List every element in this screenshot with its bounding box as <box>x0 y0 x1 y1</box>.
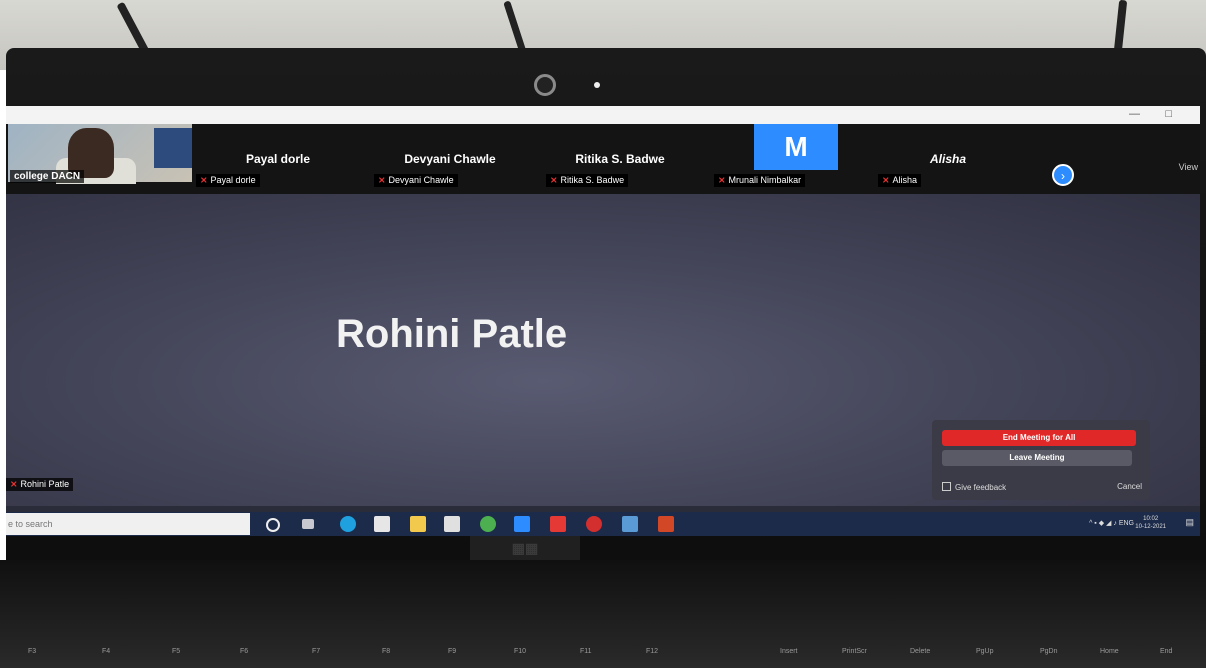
participant-tile-alisha[interactable]: Alisha ⨯ Alisha <box>874 124 1044 194</box>
mic-muted-icon: ⨯ <box>200 175 208 185</box>
keyboard-key: Insert <box>780 648 798 655</box>
participant-tile-payal[interactable]: Payal dorle ⨯ Payal dorle <box>196 124 366 194</box>
cortana-icon[interactable] <box>266 518 280 532</box>
minimize-icon[interactable]: — <box>1129 108 1140 120</box>
participant-label: ⨯ Alisha <box>878 174 922 187</box>
keyboard-key: F7 <box>312 648 321 655</box>
keyboard-key: F5 <box>172 648 181 655</box>
mic-muted-icon: ⨯ <box>882 175 890 185</box>
clock[interactable]: 10:02 10-12-2021 <box>1135 515 1166 531</box>
keyboard-key: F4 <box>102 648 111 655</box>
browser-icon[interactable] <box>586 516 602 532</box>
keyboard-key: F6 <box>240 648 249 655</box>
keyboard-key: F10 <box>514 648 527 655</box>
webcam-icon <box>534 74 556 96</box>
keyboard-key: Delete <box>910 648 931 655</box>
end-meeting-for-all-button[interactable]: End Meeting for All <box>942 430 1136 446</box>
participant-label: ⨯ Ritika S. Badwe <box>546 174 629 187</box>
acrobat-icon[interactable] <box>550 516 566 532</box>
participant-label: ⨯ Mrunali Nimbalkar <box>714 174 806 187</box>
participant-tile-ritika[interactable]: Ritika S. Badwe ⨯ Ritika S. Badwe <box>542 124 712 194</box>
participant-label: ⨯ Devyani Chawle <box>374 174 458 187</box>
self-video-tile[interactable]: college DACN <box>6 124 196 194</box>
keyboard-key: F3 <box>28 648 37 655</box>
leave-meeting-button[interactable]: Leave Meeting <box>942 450 1132 466</box>
active-speaker-area: Rohini Patle ⨯ Rohini Patle End Meeting f… <box>6 194 1200 506</box>
keyboard-key: PrintScr <box>842 648 867 655</box>
self-video-label: college DACN <box>10 170 85 183</box>
zoom-icon[interactable] <box>514 516 530 532</box>
wall-poster <box>154 128 192 168</box>
search-input[interactable]: e to search <box>6 513 250 535</box>
webcam-light-icon <box>594 82 600 88</box>
next-page-icon[interactable]: › <box>1052 164 1074 186</box>
keyboard-key: End <box>1160 648 1173 655</box>
keyboard-key: F12 <box>646 648 659 655</box>
edge-icon[interactable] <box>340 516 356 532</box>
laptop-keyboard: F3 F4 F5 F6 F7 F8 F9 F10 F11 F12 Insert … <box>0 560 1206 668</box>
participant-strip: college DACN Payal dorle ⨯ Payal dorle De… <box>6 124 1200 194</box>
mic-muted-icon: ⨯ <box>718 175 726 185</box>
keyboard-key: F11 <box>580 648 592 655</box>
file-explorer-icon[interactable] <box>410 516 426 532</box>
participant-tile-devyani[interactable]: Devyani Chawle ⨯ Devyani Chawle <box>370 124 540 194</box>
photo: — □ college DACN Payal dorle ⨯ Payal dorl… <box>0 0 1206 668</box>
laptop-screen: — □ college DACN Payal dorle ⨯ Payal dorl… <box>6 106 1200 536</box>
mail-icon[interactable] <box>444 516 460 532</box>
keyboard-key: F8 <box>382 648 391 655</box>
active-speaker-name: Rohini Patle <box>336 312 568 356</box>
end-meeting-popup: End Meeting for All Leave Meeting Give f… <box>932 420 1150 500</box>
avatar: M <box>754 124 838 170</box>
active-speaker-label: ⨯ Rohini Patle <box>6 478 74 491</box>
window-titlebar: — □ <box>6 106 1200 124</box>
zoom-meeting-icon[interactable] <box>622 516 638 532</box>
mic-muted-icon: ⨯ <box>10 479 18 489</box>
store-icon[interactable] <box>374 516 390 532</box>
participant-label: ⨯ Payal dorle <box>196 174 260 187</box>
give-feedback-checkbox[interactable]: Give feedback <box>942 482 1006 492</box>
task-view-icon[interactable] <box>302 519 314 529</box>
mic-muted-icon: ⨯ <box>378 175 386 185</box>
windows-taskbar: e to search ^ ▪ ◆ ◢ ♪ ENG 10:02 10-12-202… <box>6 512 1200 536</box>
participant-name: Alisha <box>929 152 966 166</box>
checkbox-icon <box>942 482 951 491</box>
cancel-button[interactable]: Cancel <box>1117 482 1142 491</box>
participant-name: Devyani Chawle <box>404 152 496 166</box>
keyboard-key: PgDn <box>1040 648 1058 655</box>
system-tray[interactable]: ^ ▪ ◆ ◢ ♪ ENG <box>1089 519 1134 527</box>
maximize-icon[interactable]: □ <box>1165 108 1172 120</box>
powerpoint-icon[interactable] <box>658 516 674 532</box>
laptop-logo: ▦▦ <box>470 536 580 560</box>
participant-name: Payal dorle <box>245 152 311 166</box>
chrome-icon[interactable] <box>480 516 496 532</box>
keyboard-key: Home <box>1100 648 1119 655</box>
keyboard-key: PgUp <box>976 648 994 655</box>
notification-icon[interactable]: ▤ <box>1185 517 1194 528</box>
participant-name: Ritika S. Badwe <box>575 152 665 166</box>
keyboard-key: F9 <box>448 648 457 655</box>
view-button[interactable]: View <box>1179 162 1198 172</box>
mic-muted-icon: ⨯ <box>550 175 558 185</box>
